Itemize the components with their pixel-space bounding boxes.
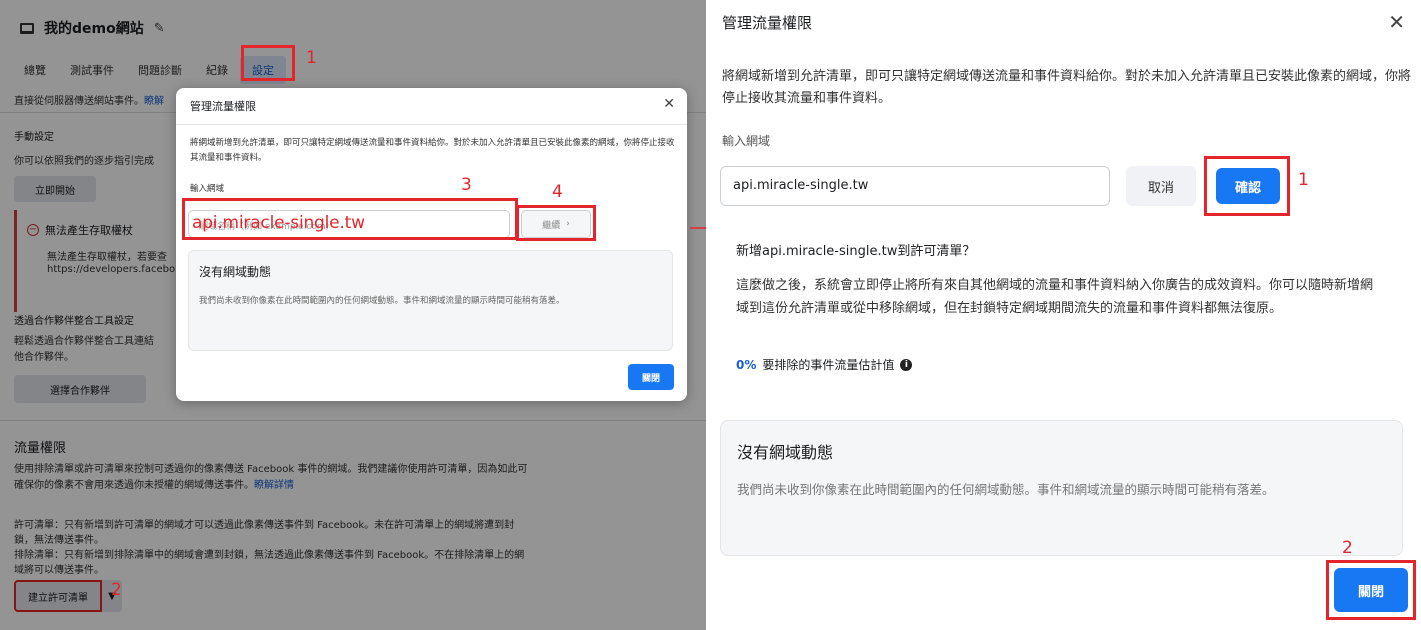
card-text: 我們尚未收到你像素在此時間範圍內的任何網域動態。事件和網域流量的顯示時間可能稍有…: [737, 482, 1275, 497]
domain-activity-card: 沒有網域動態 我們尚未收到你像素在此時間範圍內的任何網域動態。事件和網域流量的顯…: [188, 250, 673, 351]
domain-activity-card: 沒有網域動態 我們尚未收到你像素在此時間範圍內的任何網域動態。事件和網域流量的顯…: [720, 420, 1403, 556]
estimate-label: 要排除的事件流量估計值: [762, 358, 895, 372]
annotation-box-close: [1326, 560, 1416, 620]
annotation-number: 2: [1342, 538, 1353, 558]
info-icon[interactable]: i: [900, 358, 913, 371]
add-domain-title: 新增api.miracle-single.tw到許可清單？: [736, 244, 976, 259]
card-title: 沒有網域動態: [199, 265, 272, 279]
annotation-box-settings: [241, 45, 295, 81]
dialog-title: 管理流量權限: [722, 14, 813, 32]
domain-input-label: 輸入網域: [722, 134, 771, 148]
manage-traffic-dialog: 管理流量權限 ✕ 將網域新增到允許清單，即可只讓特定網域傳送流量和事件資料給你。…: [706, 0, 1421, 630]
domain-input[interactable]: api.miracle-single.tw: [720, 166, 1110, 206]
dialog-title: 管理流量權限: [190, 100, 256, 113]
small-manage-traffic-dialog: 管理流量權限 ✕ 將網域新增到允許清單，即可只讓特定網域傳送流量和事件資料給你。…: [176, 88, 687, 401]
annotation-box-continue: [516, 205, 596, 241]
annotation-number: 1: [306, 48, 317, 68]
close-icon[interactable]: ✕: [663, 96, 675, 112]
close-icon[interactable]: ✕: [1388, 10, 1405, 34]
add-domain-description: 這麼做之後，系統會立即停止將所有來自其他網域的流量和事件資料納入你廣告的成效資料…: [736, 278, 1374, 316]
annotation-box-confirm: [1204, 156, 1290, 216]
card-title: 沒有網域動態: [737, 443, 834, 462]
annotation-number: 4: [552, 182, 563, 202]
annotation-number: 1: [1298, 170, 1309, 190]
annotation-box-input: [182, 198, 518, 240]
estimate-percent: 0%: [736, 357, 757, 372]
close-button[interactable]: 關閉: [628, 364, 674, 390]
dialog-description: 將網域新增到允許清單，即可只讓特定網域傳送流量和事件資料給你。對於未加入允許清單…: [190, 138, 675, 163]
annotation-number: 2: [111, 580, 122, 600]
domain-input-label: 輸入網域: [190, 184, 225, 194]
annotation-number: 3: [461, 175, 472, 195]
divider: [176, 124, 687, 125]
card-text: 我們尚未收到你像素在此時間範圍內的任何網域動態。事件和網域流量的顯示時間可能稍有…: [199, 296, 565, 306]
estimate-row: 0% 要排除的事件流量估計值 i: [736, 356, 913, 373]
dialog-description: 將網域新增到允許清單，即可只讓特定網域傳送流量和事件資料給你。對於未加入允許清單…: [722, 69, 1412, 106]
cancel-button[interactable]: 取消: [1126, 166, 1196, 206]
